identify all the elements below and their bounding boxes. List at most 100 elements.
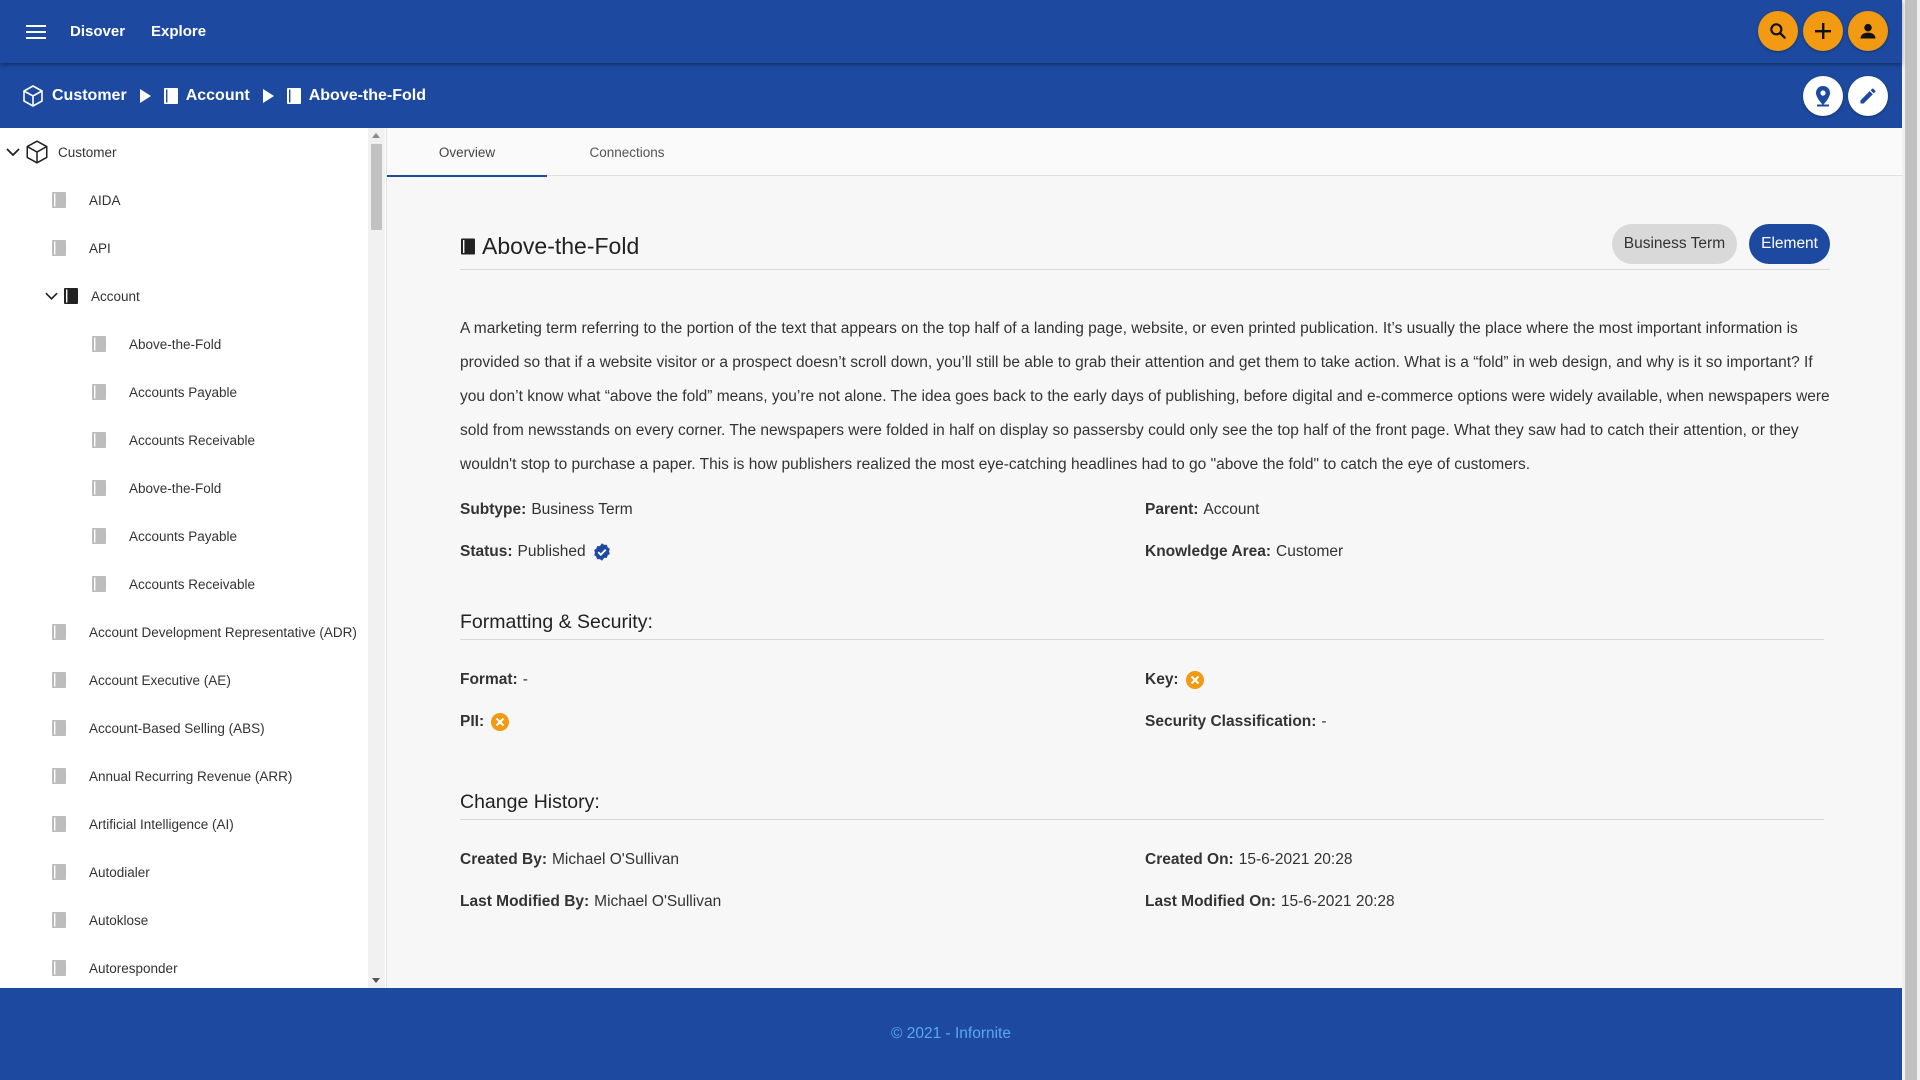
nav-explore[interactable]: Explore xyxy=(151,23,206,40)
scrollbar-thumb[interactable] xyxy=(1905,0,1917,1080)
field-value: - xyxy=(522,670,528,688)
tree-item[interactable]: Account Executive (AE) xyxy=(51,656,231,704)
field-label: Security Classification: xyxy=(1145,712,1317,730)
book-icon xyxy=(92,528,106,544)
field-value: Published xyxy=(517,542,586,560)
tree-label: AIDA xyxy=(89,192,121,208)
add-button[interactable] xyxy=(1803,11,1843,51)
tree-item[interactable]: Accounts Receivable xyxy=(91,560,255,608)
tree-item[interactable]: Annual Recurring Revenue (ARR) xyxy=(51,752,292,800)
tree-item[interactable]: Autoklose xyxy=(51,896,148,944)
tree-item[interactable]: Accounts Payable xyxy=(91,368,237,416)
breadcrumb-arrow-icon xyxy=(139,88,151,103)
plus-icon xyxy=(1815,23,1831,39)
book-icon xyxy=(52,768,66,784)
tree-label: Autodialer xyxy=(89,864,150,880)
sidebar-scrollbar[interactable] xyxy=(368,128,385,988)
tree-item[interactable]: Accounts Receivable xyxy=(91,416,255,464)
scroll-up-icon[interactable] xyxy=(372,133,380,138)
key-field: Key: xyxy=(1145,667,1830,692)
field-value: 15-6-2021 20:28 xyxy=(1280,892,1395,910)
page-title: Above-the-Fold xyxy=(482,233,640,259)
hamburger-icon xyxy=(26,24,46,39)
format-field: Format: - xyxy=(460,667,1145,692)
footer: © 2021 - Infornite xyxy=(0,988,1902,1080)
book-icon xyxy=(92,480,106,496)
nav-discover[interactable]: Disover xyxy=(70,23,125,40)
tree-item[interactable]: AIDA xyxy=(51,176,121,224)
account-button[interactable] xyxy=(1848,11,1888,51)
field-value: Customer xyxy=(1276,542,1344,560)
breadcrumb-customer[interactable]: Customer xyxy=(21,84,127,108)
book-icon xyxy=(64,288,78,304)
tree-label: Account Development Representative (ADR) xyxy=(89,624,357,640)
tree-item[interactable]: Accounts Payable xyxy=(91,512,237,560)
main-panel: Overview Connections Above-the-Fold Busi… xyxy=(387,128,1902,988)
history-grid: Created By: Michael O'Sullivan Created On… xyxy=(460,847,1830,914)
tab-label: Connections xyxy=(589,144,665,160)
tree-root-customer[interactable]: Customer xyxy=(6,128,117,176)
chip-business-term[interactable]: Business Term xyxy=(1611,224,1738,264)
tree-item[interactable]: API xyxy=(51,224,111,272)
breadcrumb-actions xyxy=(1803,76,1888,116)
tree-item[interactable]: Above-the-Fold xyxy=(91,464,221,512)
cancel-circle-icon xyxy=(1185,670,1205,690)
tree-item[interactable]: Above-the-Fold xyxy=(91,320,221,368)
tree-item[interactable]: Autoresponder xyxy=(51,944,178,988)
locate-button[interactable] xyxy=(1803,76,1843,116)
parent-field: Parent: Account xyxy=(1145,497,1830,522)
field-value: Account xyxy=(1203,500,1260,518)
edit-button[interactable] xyxy=(1848,76,1888,116)
tree-item[interactable]: Autodialer xyxy=(51,848,150,896)
field-value: 15-6-2021 20:28 xyxy=(1238,850,1353,868)
tree-label: Autoresponder xyxy=(89,960,178,976)
scroll-down-icon[interactable] xyxy=(372,978,380,983)
field-label: Parent: xyxy=(1145,500,1199,518)
search-button[interactable] xyxy=(1758,11,1798,51)
person-icon xyxy=(1860,23,1876,39)
field-value: - xyxy=(1321,712,1327,730)
field-label: Last Modified On: xyxy=(1145,892,1276,910)
pii-field: PII: xyxy=(460,709,1145,734)
book-icon xyxy=(52,192,66,208)
menu-button[interactable] xyxy=(18,14,54,50)
cancel-circle-icon xyxy=(490,712,510,732)
tree-label: Account Executive (AE) xyxy=(89,672,231,688)
scrollbar-thumb[interactable] xyxy=(371,144,382,230)
book-icon xyxy=(52,960,66,976)
field-label: Last Modified By: xyxy=(460,892,590,910)
formatting-grid: Format: - Key: PII: Security Classificati… xyxy=(460,667,1830,734)
tab-connections[interactable]: Connections xyxy=(547,128,707,176)
pencil-icon xyxy=(1860,88,1876,104)
field-label: Created By: xyxy=(460,850,547,868)
book-icon xyxy=(52,816,66,832)
tree-label: Above-the-Fold xyxy=(129,480,222,496)
field-label: Created On: xyxy=(1145,850,1234,868)
tree-item-account[interactable]: Account xyxy=(45,272,140,320)
book-icon xyxy=(92,384,106,400)
book-icon xyxy=(52,624,66,640)
field-value: Business Term xyxy=(531,500,633,518)
tree-item[interactable]: Account-Based Selling (ABS) xyxy=(51,704,265,752)
tab-indicator xyxy=(387,175,547,177)
breadcrumb-current[interactable]: Above-the-Fold xyxy=(286,87,426,105)
chevron-down-icon[interactable] xyxy=(6,147,20,157)
book-icon xyxy=(286,87,301,104)
tree-item[interactable]: Account Development Representative (ADR) xyxy=(51,608,357,656)
cube-icon xyxy=(26,140,48,164)
book-icon xyxy=(163,87,178,104)
chevron-down-icon[interactable] xyxy=(45,291,58,301)
book-icon xyxy=(52,912,66,928)
chip-element[interactable]: Element xyxy=(1749,224,1830,264)
field-label: Status: xyxy=(460,542,513,560)
window-scrollbar[interactable] xyxy=(1902,0,1920,1080)
book-icon xyxy=(52,240,66,256)
tab-bar: Overview Connections xyxy=(387,128,1902,177)
sidebar-tree: Customer AIDA API Account Above-the-Fold… xyxy=(0,128,387,988)
field-label: Knowledge Area: xyxy=(1145,542,1272,560)
tree-item[interactable]: Artificial Intelligence (AI) xyxy=(51,800,234,848)
tab-overview[interactable]: Overview xyxy=(387,128,547,177)
tree-label: Accounts Payable xyxy=(129,384,238,400)
breadcrumb-account[interactable]: Account xyxy=(163,87,250,105)
book-icon xyxy=(461,238,475,255)
